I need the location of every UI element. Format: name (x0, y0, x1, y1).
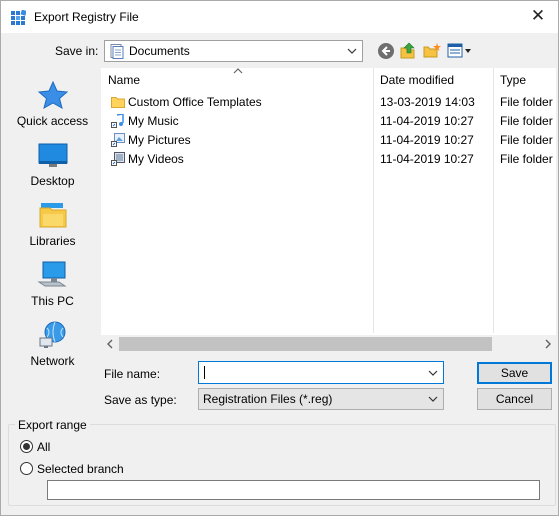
radio-all[interactable] (20, 440, 33, 453)
horizontal-scrollbar[interactable] (101, 335, 556, 353)
save-button[interactable]: Save (477, 362, 552, 384)
up-folder-icon[interactable] (399, 42, 417, 60)
radio-all-label[interactable]: All (37, 440, 50, 454)
save-in-label: Save in: (55, 44, 99, 58)
chevron-down-icon[interactable] (427, 367, 439, 379)
title-bar: Export Registry File ✕ (1, 1, 558, 33)
computer-icon (37, 261, 67, 287)
folder-icon (111, 97, 125, 108)
file-name: My Pictures (128, 133, 191, 147)
chevron-left-icon (106, 339, 112, 349)
registry-editor-icon (11, 10, 26, 25)
save-as-type-dropdown[interactable]: Registration Files (*.reg) (198, 388, 444, 410)
file-type: File folder (500, 133, 553, 147)
save-in-value: Documents (129, 44, 190, 58)
export-registry-dialog: Export Registry File ✕ Save in: Document… (0, 0, 559, 516)
place-label: Network (30, 354, 75, 368)
network-icon (39, 321, 66, 348)
file-row[interactable]: My Music 11-04-2019 10:27 File folder (101, 112, 556, 131)
file-type: File folder (500, 152, 553, 166)
file-name-label: File name: (104, 367, 161, 381)
chevron-right-icon (545, 339, 551, 349)
close-button[interactable]: ✕ (518, 1, 558, 31)
file-row[interactable]: My Pictures 11-04-2019 10:27 File folder (101, 131, 556, 150)
column-header-label: Name (108, 73, 141, 87)
file-type: File folder (500, 114, 553, 128)
selected-branch-input[interactable] (47, 480, 540, 500)
text-caret (204, 366, 205, 379)
place-this-pc[interactable]: This PC (8, 256, 97, 316)
star-icon (37, 80, 69, 110)
file-row[interactable]: My Videos 11-04-2019 10:27 File folder (101, 150, 556, 169)
music-shortcut-icon (111, 114, 124, 128)
radio-selected-branch-label[interactable]: Selected branch (37, 462, 124, 476)
chevron-down-icon (428, 396, 438, 402)
radio-selected-branch[interactable] (20, 462, 33, 475)
file-name: My Music (128, 114, 179, 128)
file-list[interactable]: Name Date modified Type Custom Office Te… (101, 68, 556, 353)
file-date: 11-04-2019 10:27 (380, 152, 474, 166)
column-header-type[interactable]: Type (494, 68, 556, 92)
column-header-date-modified[interactable]: Date modified (374, 68, 494, 92)
place-quick-access[interactable]: Quick access (8, 76, 97, 136)
place-network[interactable]: Network (8, 316, 97, 376)
pictures-shortcut-icon (111, 133, 125, 147)
chevron-down-icon (347, 48, 357, 54)
save-in-dropdown[interactable]: Documents (104, 40, 363, 62)
file-date: 11-04-2019 10:27 (380, 114, 474, 128)
place-label: Libraries (29, 234, 76, 248)
place-label: Desktop (30, 174, 75, 188)
place-label: This PC (31, 294, 74, 308)
documents-icon (110, 44, 124, 59)
scroll-right-button[interactable] (539, 335, 556, 353)
scroll-left-button[interactable] (101, 335, 118, 353)
file-row[interactable]: Custom Office Templates 13-03-2019 14:03… (101, 93, 556, 112)
places-bar: Quick access Desktop Libraries This PC N… (8, 68, 97, 368)
view-menu-icon[interactable] (447, 42, 473, 60)
file-name-input[interactable] (198, 361, 444, 384)
export-range-title: Export range (15, 418, 90, 432)
column-header-name[interactable]: Name (101, 68, 373, 92)
save-as-type-label: Save as type: (104, 393, 177, 407)
close-icon: ✕ (530, 6, 546, 25)
file-name: Custom Office Templates (128, 95, 262, 109)
file-name: My Videos (128, 152, 184, 166)
desktop-icon (38, 143, 68, 167)
scrollbar-thumb[interactable] (119, 337, 492, 351)
cancel-button[interactable]: Cancel (477, 388, 552, 410)
file-date: 11-04-2019 10:27 (380, 133, 474, 147)
column-header-label: Type (500, 73, 527, 87)
back-icon[interactable] (377, 42, 395, 60)
radio-selected-dot (23, 443, 30, 450)
file-type: File folder (500, 95, 553, 109)
new-folder-icon[interactable] (423, 42, 441, 60)
place-desktop[interactable]: Desktop (8, 136, 97, 196)
libraries-icon (39, 203, 67, 228)
place-libraries[interactable]: Libraries (8, 196, 97, 256)
save-as-type-value: Registration Files (*.reg) (203, 392, 333, 406)
place-label: Quick access (16, 114, 89, 128)
file-date: 13-03-2019 14:03 (380, 95, 475, 109)
videos-shortcut-icon (111, 152, 125, 166)
column-header-label: Date modified (380, 73, 455, 87)
window-title: Export Registry File (34, 10, 139, 24)
